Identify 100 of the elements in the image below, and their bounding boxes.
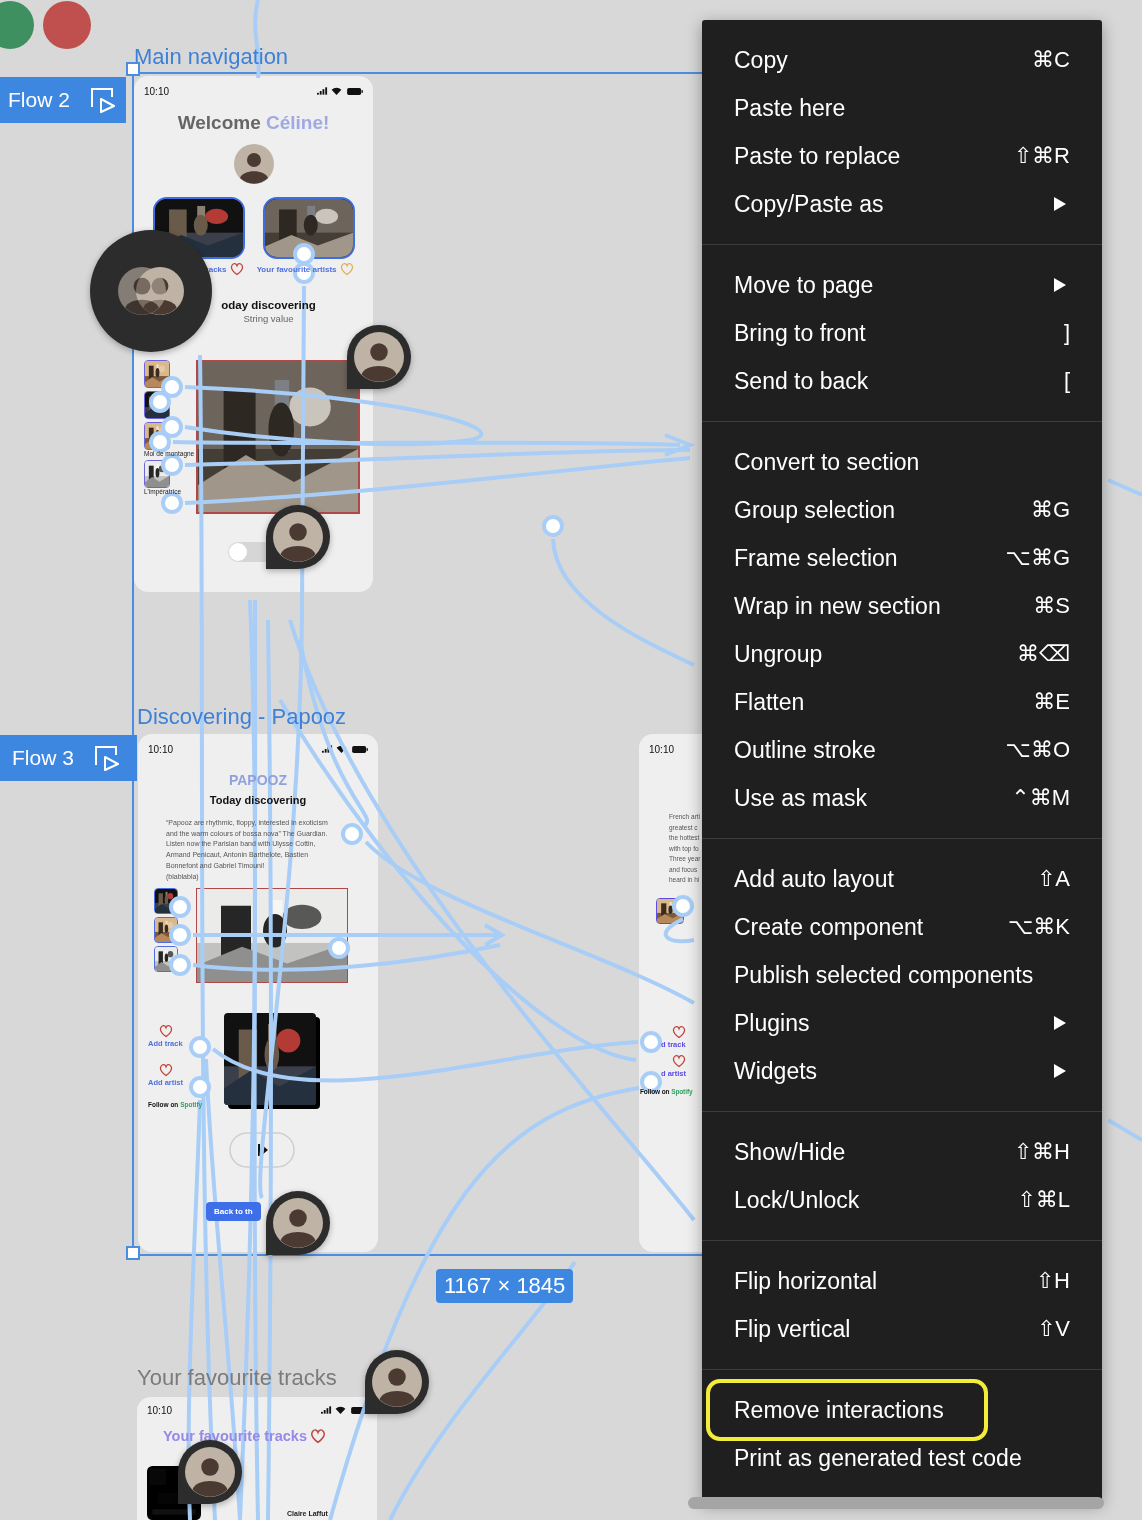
shortcut-label: ⇧A [1036,866,1070,892]
screen-title: Today discovering [208,794,308,806]
menu-item[interactable]: Copy/Paste as [702,180,1102,228]
connection-handle[interactable] [328,937,350,959]
menu-item[interactable]: Flip horizontal ⇧H [702,1257,1102,1305]
shortcut-label: ⌥⌘O [1005,737,1070,763]
shortcut-label: ⇧V [1036,1316,1070,1342]
section-value: String value [242,313,295,324]
menu-item[interactable]: Send to back [ [702,357,1102,405]
menu-item[interactable]: Convert to section [702,438,1102,486]
connection-line[interactable] [191,923,506,947]
connection-handle[interactable] [149,431,171,453]
connection-line[interactable] [184,385,483,447]
menu-item[interactable]: Paste here [702,84,1102,132]
shortcut-label: ⌘S [1033,593,1070,619]
avatar [372,1357,422,1407]
menu-item[interactable]: Lock/Unlock ⇧⌘L [702,1176,1102,1224]
connection-handle[interactable] [161,416,183,438]
connection-line[interactable] [192,943,501,972]
connection-handle[interactable] [672,895,694,917]
shortcut-label: ⌘⌫ [1016,641,1070,667]
menu-item[interactable]: Flatten ⌘E [702,678,1102,726]
shortcut-label: ⇧⌘L [1017,1187,1070,1213]
menu-item[interactable]: Ungroup ⌘⌫ [702,630,1102,678]
wifi-icon [335,1406,346,1414]
menu-item[interactable]: Move to page [702,261,1102,309]
signal-icon [321,1406,332,1414]
connection-line[interactable] [184,456,691,505]
menu-item[interactable]: Create component ⌥⌘K [702,903,1102,951]
shortcut-label: ] [1063,320,1070,346]
resize-handle[interactable] [126,1246,140,1260]
shortcut-label: ⇧⌘R [1013,143,1070,169]
heart-icon[interactable] [309,1427,327,1445]
avatar [233,144,274,184]
menu-item[interactable]: Show/Hide ⇧⌘H [702,1128,1102,1176]
connection-handle[interactable] [640,1031,662,1053]
menu-item[interactable]: Use as mask ⌃⌘M [702,774,1102,822]
heart-icon[interactable] [671,1023,687,1040]
menu-item[interactable]: Remove interactions [702,1386,1102,1434]
heart-icon[interactable] [671,1052,687,1069]
connection-handle[interactable] [640,1071,662,1093]
status-time: 10:10 [147,1404,173,1416]
play-icon[interactable] [89,87,116,113]
connection-line[interactable] [388,1260,577,1520]
menu-item[interactable]: Flip vertical ⇧V [702,1305,1102,1353]
menu-item[interactable]: Outline stroke ⌥⌘O [702,726,1102,774]
menu-item[interactable]: Add auto layout ⇧A [702,855,1102,903]
connection-handle[interactable] [169,896,191,918]
menu-item[interactable]: Frame selection ⌥⌘G [702,534,1102,582]
frame-label: Main navigation [134,44,289,70]
battery-icon [347,87,363,95]
connection-handle[interactable] [293,243,315,265]
flow-tab[interactable]: Flow 2 [0,77,126,123]
avatar [273,512,323,562]
menu-item[interactable]: Group selection ⌘G [702,486,1102,534]
connection-handle[interactable] [169,954,191,976]
connection-handle[interactable] [149,391,171,413]
menu-item[interactable]: Print as generated test code [702,1434,1102,1482]
back-button[interactable]: Back to th [206,1202,261,1222]
window-control[interactable] [0,1,34,49]
menu-item[interactable]: Bring to front ] [702,309,1102,357]
heart-icon[interactable] [158,1023,174,1040]
avatar [354,332,404,382]
menu-item[interactable]: Paste to replace ⇧⌘R [702,132,1102,180]
resize-handle[interactable] [126,62,140,76]
window-control[interactable] [43,1,91,49]
shortcut-label: ⇧⌘H [1013,1139,1070,1165]
wifi-icon [331,87,342,95]
scrollbar[interactable] [688,1497,1104,1509]
shortcut-label: ⌘C [1032,47,1070,73]
menu-item[interactable]: Copy ⌘C [702,36,1102,84]
avatar [136,267,184,315]
shortcut-label: [ [1063,368,1070,394]
avatar [185,1447,235,1497]
heart-icon[interactable] [228,261,245,277]
connection-handle[interactable] [341,823,363,845]
flow-tab[interactable]: Flow 3 [0,735,137,781]
connection-handle[interactable] [189,1036,211,1058]
heart-icon[interactable] [158,1062,174,1079]
dimensions-badge: 1167 × 1845 [436,1269,574,1303]
connection-handle[interactable] [542,515,564,537]
status-time: 10:10 [148,743,174,755]
card-caption[interactable]: Your favourite artists [256,264,337,274]
connection-handle[interactable] [161,376,183,398]
shortcut-label: ⌘E [1033,689,1070,715]
play-icon[interactable] [93,745,120,771]
connection-handle[interactable] [169,924,191,946]
submenu-arrow-icon [1054,278,1066,292]
submenu-arrow-icon [1054,197,1066,211]
status-time: 10:10 [649,743,675,755]
menu-item[interactable]: Plugins [702,999,1102,1047]
frame-label: Discovering - Papooz [137,704,347,730]
connection-line[interactable] [211,1040,639,1083]
menu-item[interactable]: Wrap in new section ⌘S [702,582,1102,630]
menu-item[interactable]: Widgets [702,1047,1102,1095]
shortcut-label: ⇧H [1035,1268,1070,1294]
menu-item[interactable]: Publish selected components [702,951,1102,999]
shortcut-label: ⌥⌘K [1007,914,1070,940]
connection-handle[interactable] [189,1076,211,1098]
shortcut-label: ⌥⌘G [1005,545,1070,571]
